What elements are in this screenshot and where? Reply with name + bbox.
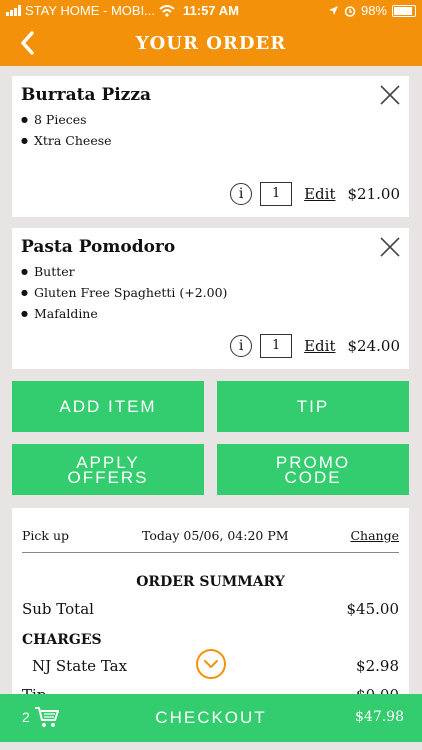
remove-item-close-icon[interactable] [379, 84, 401, 106]
item-controls: i 1 Edit $21.00 [230, 182, 400, 206]
item-option: Xtra Cheese [21, 133, 112, 150]
order-item-card: Pasta Pomodoro Butter Gluten Free Spaghe… [12, 228, 409, 369]
quantity-field[interactable]: 1 [260, 334, 293, 358]
promo-code-button[interactable]: PROMO CODE [217, 444, 409, 495]
apply-offers-button[interactable]: APPLY OFFERS [12, 444, 204, 495]
info-icon[interactable]: i [230, 335, 253, 357]
apply-offers-label-line2: OFFERS [67, 467, 149, 487]
item-options-list: Butter Gluten Free Spaghetti (+2.00) Maf… [21, 264, 227, 327]
pickup-time: Today 05/06, 04:20 PM [142, 528, 289, 543]
page-title: YOUR ORDER [135, 33, 287, 54]
pickup-row: Pick up Today 05/06, 04:20 PM Change [22, 526, 399, 553]
remove-item-close-icon[interactable] [379, 236, 401, 258]
battery-icon [392, 4, 416, 17]
expand-charges-button[interactable] [196, 649, 226, 679]
alarm-icon [344, 5, 356, 17]
info-icon[interactable]: i [230, 183, 253, 205]
battery-percent: 98% [360, 3, 387, 18]
checkout-total: $47.98 [355, 709, 404, 725]
item-price: $21.00 [347, 185, 401, 203]
bottom-safe-area [0, 742, 422, 750]
order-item-card: Burrata Pizza 8 Pieces Xtra Cheese i 1 E… [12, 76, 409, 217]
item-option: Butter [21, 264, 227, 281]
tip-value: $0.00 [356, 686, 399, 694]
quantity-field[interactable]: 1 [260, 182, 293, 206]
pickup-label: Pick up [22, 528, 70, 543]
item-option: Mafaldine [21, 306, 227, 323]
item-option: 8 Pieces [21, 112, 112, 129]
add-item-button[interactable]: ADD ITEM [12, 381, 204, 432]
edit-item-link[interactable]: Edit [304, 185, 335, 203]
edit-item-link[interactable]: Edit [304, 337, 335, 355]
subtotal-value: $45.00 [346, 600, 400, 618]
charges-heading: CHARGES [22, 632, 102, 648]
item-options-list: 8 Pieces Xtra Cheese [21, 112, 112, 154]
app-header: YOUR ORDER [0, 22, 422, 66]
status-right: 98% [328, 3, 416, 18]
item-option: Gluten Free Spaghetti (+2.00) [21, 285, 227, 302]
location-icon [328, 6, 338, 15]
promo-code-label-line2: CODE [284, 467, 342, 487]
item-name: Burrata Pizza [21, 85, 152, 105]
subtotal-row: Sub Total $45.00 [22, 600, 399, 618]
change-pickup-link[interactable]: Change [350, 528, 399, 543]
order-summary-title: ORDER SUMMARY [136, 574, 285, 590]
order-summary-panel: Pick up Today 05/06, 04:20 PM Change ORD… [12, 508, 409, 694]
item-name: Pasta Pomodoro [21, 237, 176, 257]
checkout-bar[interactable]: 2 CHECKOUT $47.98 [0, 694, 422, 742]
chevron-down-icon [204, 660, 218, 669]
item-controls: i 1 Edit $24.00 [230, 334, 400, 358]
tax-label: NJ State Tax [32, 657, 128, 675]
tip-button[interactable]: TIP [217, 381, 409, 432]
item-price: $24.00 [347, 337, 401, 355]
tip-row: Tip $0.00 [22, 686, 399, 694]
tip-label: Tip [22, 686, 46, 694]
subtotal-label: Sub Total [22, 600, 94, 618]
tax-value: $2.98 [356, 657, 399, 675]
status-bar: STAY HOME - MOBI... 11:57 AM 98% [0, 0, 422, 22]
